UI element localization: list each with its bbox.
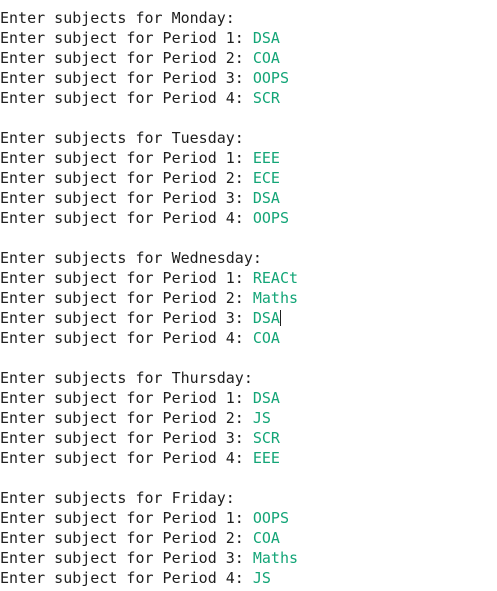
period-line: Enter subject for Period 3: Maths [0, 548, 497, 568]
period-input-value: OOPS [252, 69, 289, 87]
period-prompt: Enter subject for Period 4: [0, 569, 253, 587]
period-input-value: JS [252, 409, 271, 427]
period-input-value: OOPS [252, 509, 289, 527]
period-prompt: Enter subject for Period 4: [0, 89, 253, 107]
period-line: Enter subject for Period 2: ECE [0, 168, 497, 188]
period-input-value: COA [252, 529, 280, 547]
period-line: Enter subject for Period 3: SCR [0, 428, 497, 448]
period-prompt: Enter subject for Period 2: [0, 169, 253, 187]
period-prompt: Enter subject for Period 1: [0, 269, 253, 287]
period-input-value: ECE [252, 169, 280, 187]
period-input-value: COA [252, 329, 280, 347]
period-input-value: SCR [252, 429, 280, 447]
period-prompt: Enter subject for Period 1: [0, 29, 253, 47]
period-line: Enter subject for Period 2: COA [0, 48, 497, 68]
period-input-value: JS [252, 569, 271, 587]
period-prompt: Enter subject for Period 2: [0, 49, 253, 67]
period-input-value: DSA [252, 389, 280, 407]
period-prompt: Enter subject for Period 2: [0, 289, 253, 307]
day-header: Enter subjects for Thursday: [0, 369, 253, 387]
period-prompt: Enter subject for Period 3: [0, 549, 253, 567]
console-output[interactable]: Enter subjects for Monday: Enter subject … [0, 8, 497, 588]
period-line: Enter subject for Period 2: COA [0, 528, 497, 548]
period-line: Enter subject for Period 1: DSA [0, 28, 497, 48]
period-prompt: Enter subject for Period 4: [0, 209, 253, 227]
period-input-value: Maths [252, 549, 299, 567]
period-line: Enter subject for Period 4: OOPS [0, 208, 497, 228]
period-input-value: REACt [252, 269, 299, 287]
day-header: Enter subjects for Friday: [0, 489, 235, 507]
period-line: Enter subject for Period 1: DSA [0, 388, 497, 408]
period-line: Enter subject for Period 4: COA [0, 328, 497, 348]
period-input-value: DSA [252, 189, 280, 207]
period-line: Enter subject for Period 2: Maths [0, 288, 497, 308]
period-input-value: DSA [252, 309, 280, 327]
period-line: Enter subject for Period 3: DSA [0, 308, 497, 328]
period-prompt: Enter subject for Period 1: [0, 389, 253, 407]
period-line: Enter subject for Period 3: DSA [0, 188, 497, 208]
period-prompt: Enter subject for Period 3: [0, 309, 253, 327]
day-header: Enter subjects for Tuesday: [0, 129, 244, 147]
period-line: Enter subject for Period 4: JS [0, 568, 497, 588]
period-prompt: Enter subject for Period 1: [0, 509, 253, 527]
period-input-value: EEE [252, 149, 280, 167]
period-input-value: Maths [252, 289, 299, 307]
period-line: Enter subject for Period 1: OOPS [0, 508, 497, 528]
period-prompt: Enter subject for Period 3: [0, 69, 253, 87]
period-prompt: Enter subject for Period 3: [0, 429, 253, 447]
period-line: Enter subject for Period 2: JS [0, 408, 497, 428]
period-line: Enter subject for Period 1: EEE [0, 148, 497, 168]
period-line: Enter subject for Period 1: REACt [0, 268, 497, 288]
period-line: Enter subject for Period 4: EEE [0, 448, 497, 468]
period-input-value: OOPS [252, 209, 289, 227]
text-cursor [279, 310, 281, 326]
period-input-value: SCR [252, 89, 280, 107]
period-input-value: COA [252, 49, 280, 67]
period-line: Enter subject for Period 4: SCR [0, 88, 497, 108]
period-input-value: EEE [252, 449, 280, 467]
day-header: Enter subjects for Wednesday: [0, 249, 262, 267]
period-prompt: Enter subject for Period 2: [0, 529, 253, 547]
period-prompt: Enter subject for Period 4: [0, 329, 253, 347]
period-prompt: Enter subject for Period 4: [0, 449, 253, 467]
day-header: Enter subjects for Monday: [0, 9, 235, 27]
period-prompt: Enter subject for Period 3: [0, 189, 253, 207]
period-prompt: Enter subject for Period 1: [0, 149, 253, 167]
period-prompt: Enter subject for Period 2: [0, 409, 253, 427]
period-line: Enter subject for Period 3: OOPS [0, 68, 497, 88]
period-input-value: DSA [252, 29, 280, 47]
